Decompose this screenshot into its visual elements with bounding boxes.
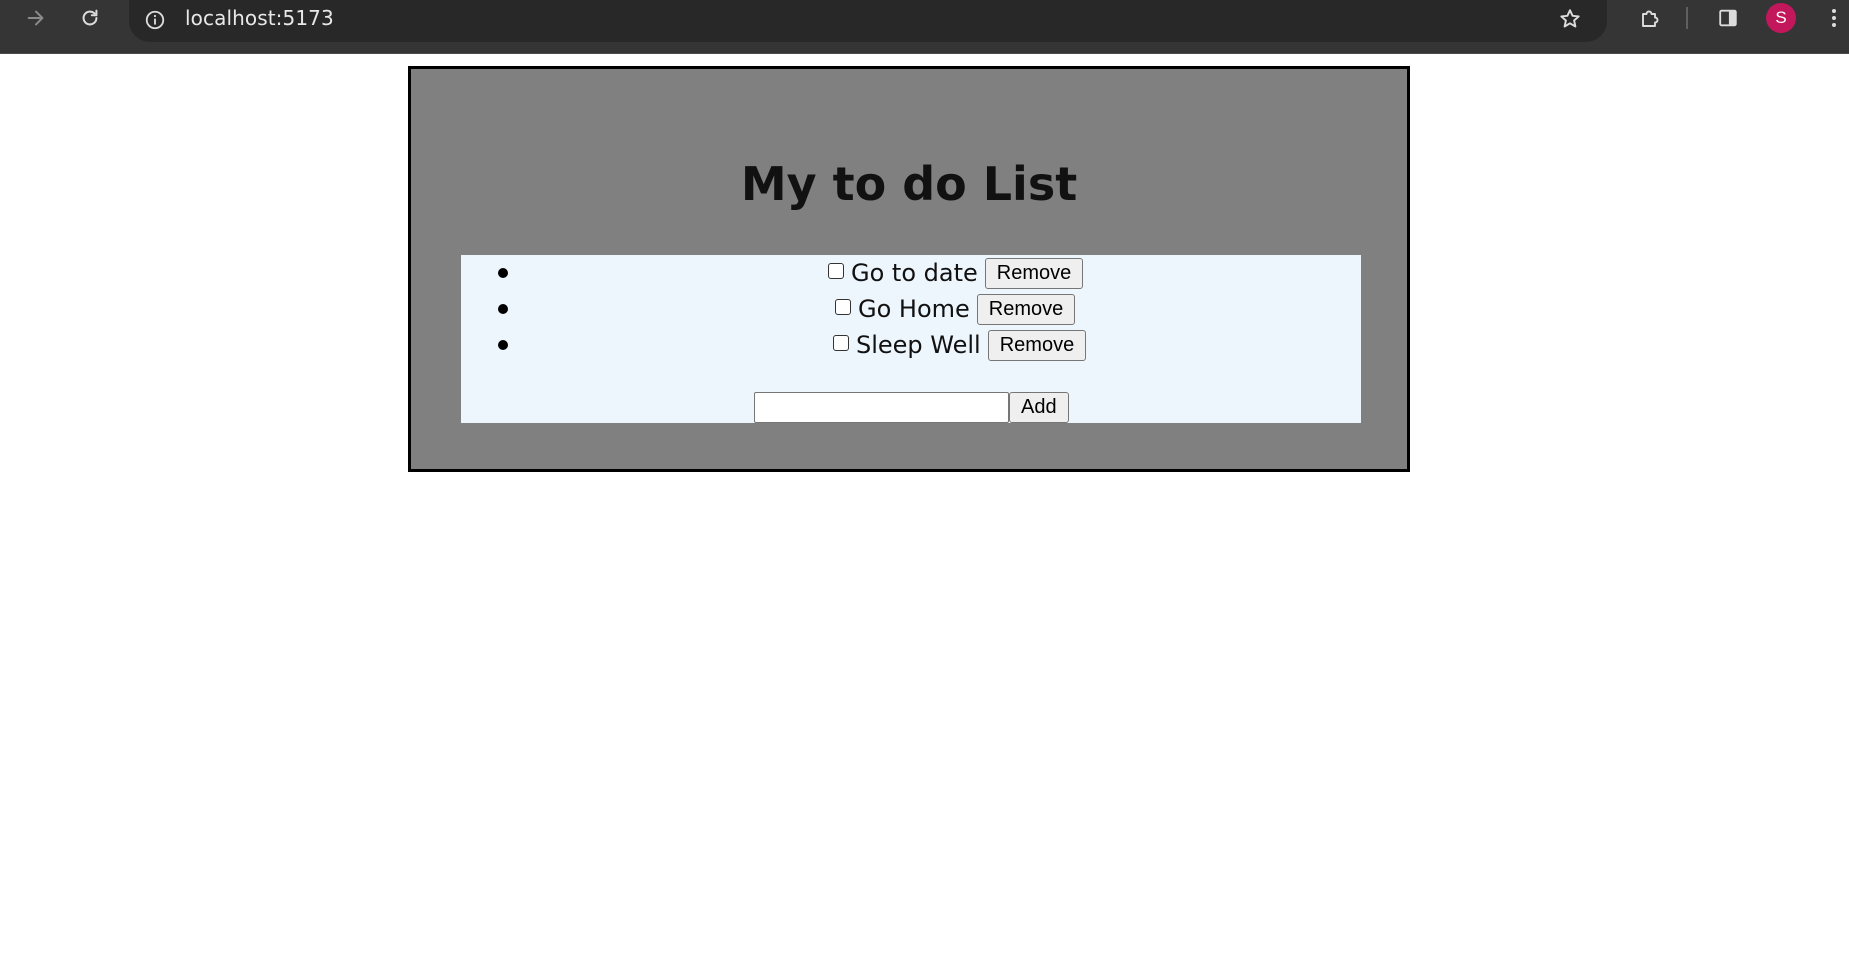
remove-button[interactable]: Remove	[984, 257, 1084, 289]
kebab-menu-icon[interactable]	[1826, 0, 1842, 36]
browser-toolbar: localhost:5173 S	[0, 0, 1849, 54]
todo-item: Go to date Remove	[461, 255, 1361, 291]
todo-checkbox[interactable]	[833, 335, 849, 351]
todo-item-row: Go to date Remove	[828, 255, 1084, 291]
page-title: My to do List	[740, 157, 1078, 211]
todo-text: Sleep Well	[856, 331, 981, 359]
address-bar[interactable]: localhost:5173	[129, 0, 1607, 42]
bullet-icon	[498, 304, 508, 314]
remove-button[interactable]: Remove	[987, 329, 1087, 361]
address-bar-url[interactable]: localhost:5173	[185, 6, 334, 30]
remove-button[interactable]: Remove	[976, 293, 1076, 325]
todo-text: Go to date	[851, 259, 978, 287]
add-todo-form: Add	[754, 392, 1069, 423]
profile-avatar[interactable]: S	[1766, 3, 1796, 33]
side-panel-icon[interactable]	[1712, 0, 1744, 36]
extensions-icon[interactable]	[1634, 0, 1666, 36]
todo-app-card: My to do List Go to date Remove Go Home …	[408, 66, 1410, 472]
todo-item-row: Sleep Well Remove	[833, 327, 1087, 363]
forward-icon[interactable]	[20, 0, 52, 36]
new-todo-input[interactable]	[754, 392, 1009, 423]
site-info-icon[interactable]	[143, 8, 167, 32]
bookmark-star-icon[interactable]	[1555, 4, 1585, 34]
toolbar-divider	[1686, 7, 1688, 29]
bullet-icon	[498, 268, 508, 278]
todo-item: Go Home Remove	[461, 291, 1361, 327]
todo-item: Sleep Well Remove	[461, 327, 1361, 363]
todo-checkbox[interactable]	[835, 299, 851, 315]
bullet-icon	[498, 340, 508, 350]
todo-panel: Go to date Remove Go Home Remove Sleep W…	[461, 255, 1361, 423]
todo-item-row: Go Home Remove	[835, 291, 1076, 327]
reload-icon[interactable]	[74, 0, 106, 36]
todo-checkbox[interactable]	[828, 263, 844, 279]
add-button[interactable]: Add	[1009, 392, 1069, 423]
todo-text: Go Home	[858, 295, 970, 323]
